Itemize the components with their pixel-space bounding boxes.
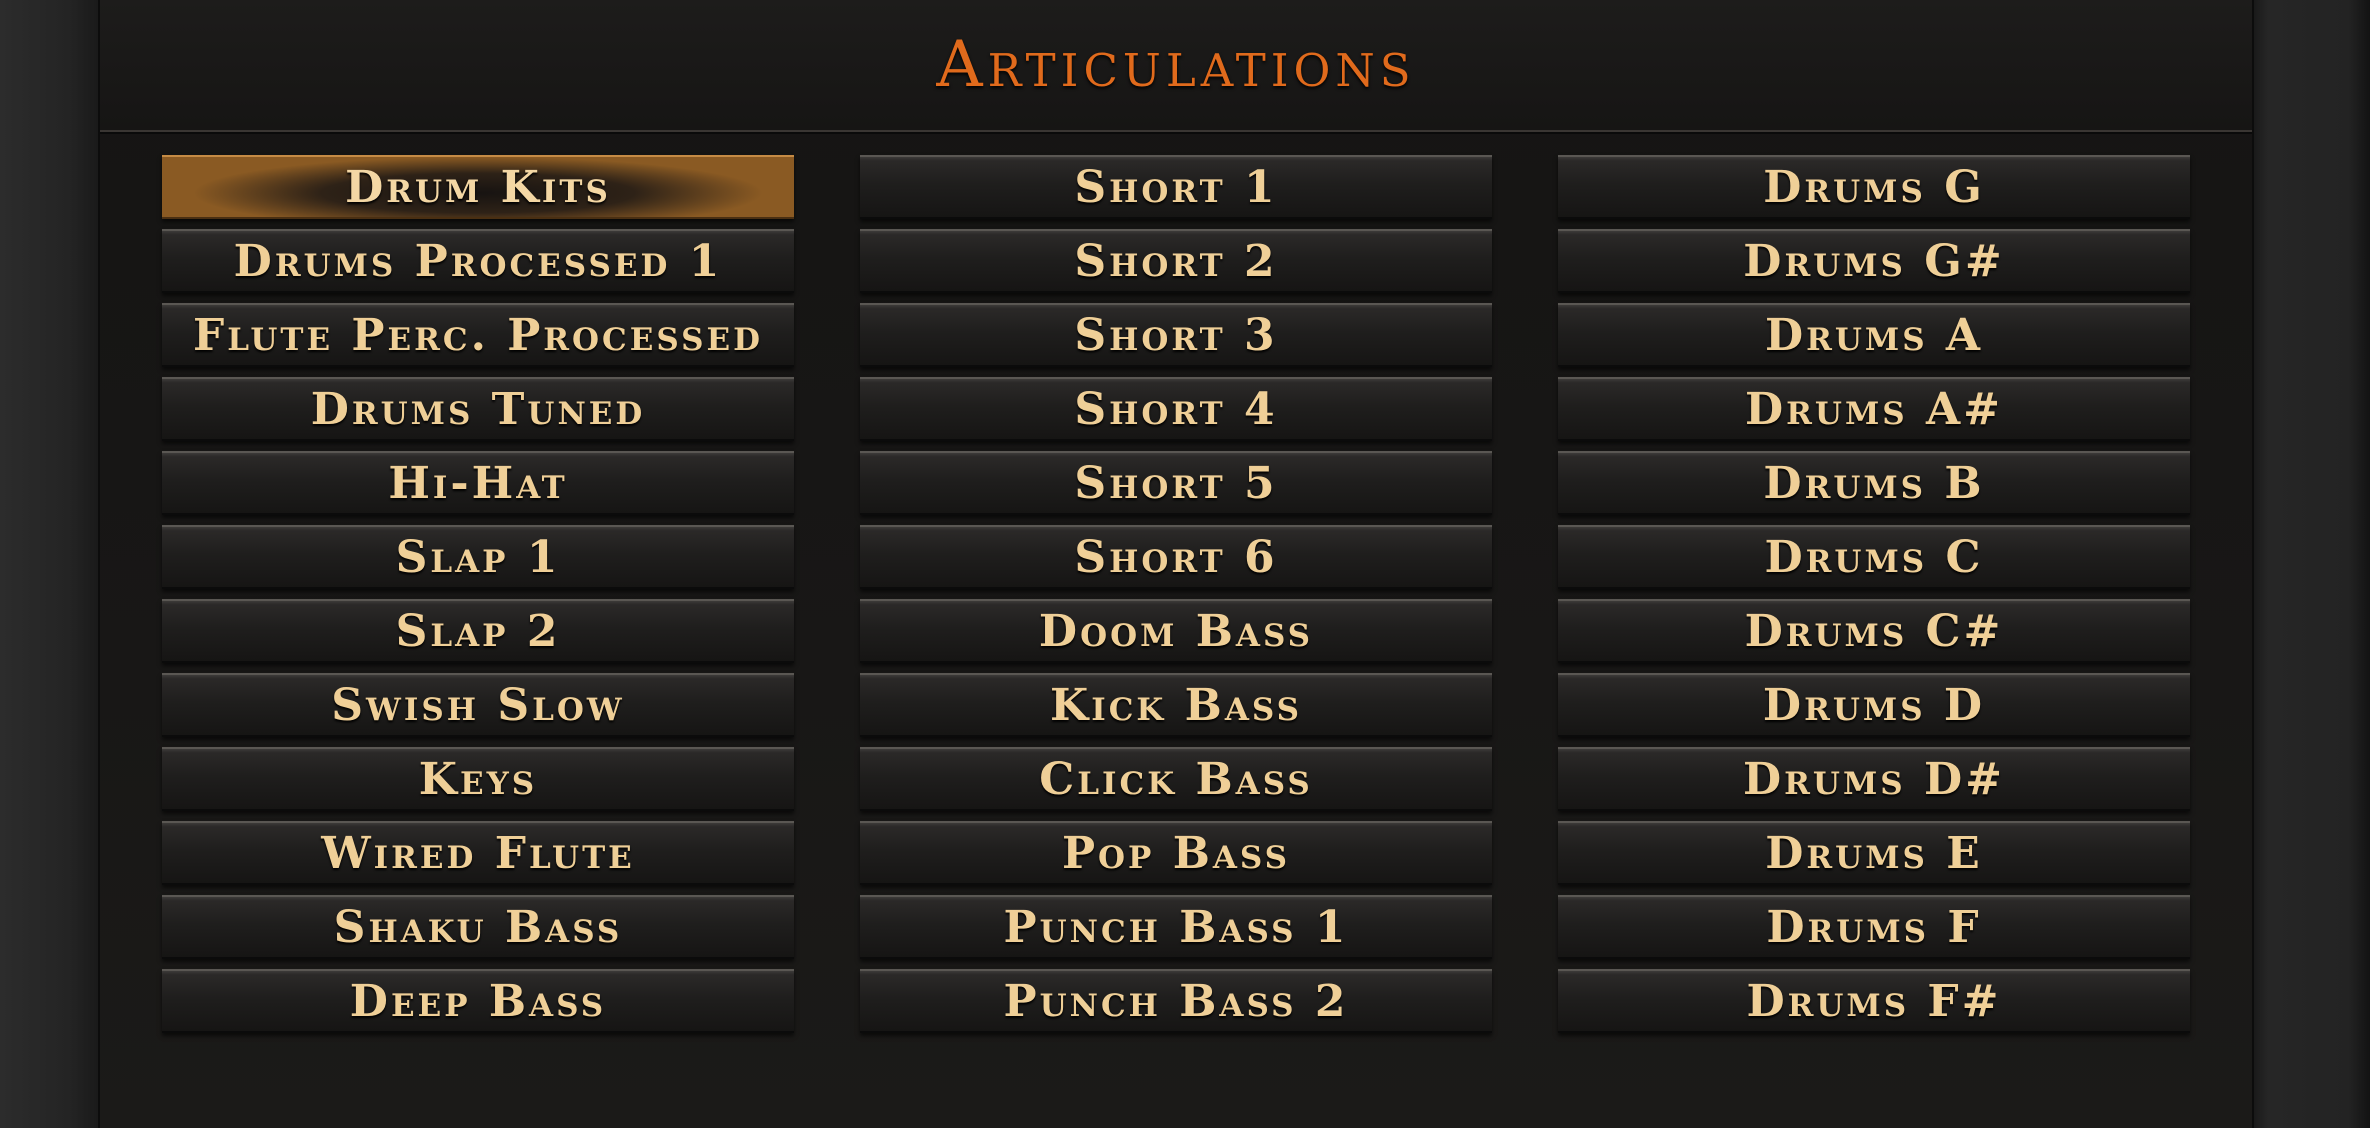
articulation-button-short-3[interactable]: Short 3	[860, 303, 1492, 367]
articulation-button-drums-c[interactable]: Drums C#	[1558, 599, 2190, 663]
articulation-button-doom-bass[interactable]: Doom Bass	[860, 599, 1492, 663]
articulation-button-keys[interactable]: Keys	[162, 747, 794, 811]
articulation-button-drums-tuned[interactable]: Drums Tuned	[162, 377, 794, 441]
articulation-button-drums-g[interactable]: Drums G	[1558, 155, 2190, 219]
articulation-button-swish-slow[interactable]: Swish Slow	[162, 673, 794, 737]
articulation-button-shaku-bass[interactable]: Shaku Bass	[162, 895, 794, 959]
articulation-button-short-1[interactable]: Short 1	[860, 155, 1492, 219]
articulation-button-click-bass[interactable]: Click Bass	[860, 747, 1492, 811]
articulation-column-3: Drums G Drums G# Drums A Drums A# Drums B Dru…	[1558, 155, 2190, 1033]
articulation-button-slap-1[interactable]: Slap 1	[162, 525, 794, 589]
articulation-button-kick-bass[interactable]: Kick Bass	[860, 673, 1492, 737]
articulation-button-drums-a[interactable]: Drums A#	[1558, 377, 2190, 441]
articulation-button-punch-bass-2[interactable]: Punch Bass 2	[860, 969, 1492, 1033]
articulation-button-punch-bass-1[interactable]: Punch Bass 1	[860, 895, 1492, 959]
articulation-button-hi-hat[interactable]: Hi-Hat	[162, 451, 794, 515]
articulation-button-drums-f[interactable]: Drums F#	[1558, 969, 2190, 1033]
left-frame-border	[0, 0, 100, 1128]
articulation-button-flute-perc-processed[interactable]: Flute Perc. Processed	[162, 303, 794, 367]
articulation-column-2: Short 1 Short 2 Short 3 Short 4 Short 5 Short…	[860, 155, 1492, 1033]
articulation-button-pop-bass[interactable]: Pop Bass	[860, 821, 1492, 885]
articulation-button-drums-e[interactable]: Drums E	[1558, 821, 2190, 885]
articulation-button-drums-processed-1[interactable]: Drums Processed 1	[162, 229, 794, 293]
panel-header: Articulations	[100, 0, 2252, 132]
articulation-button-short-5[interactable]: Short 5	[860, 451, 1492, 515]
articulation-button-slap-2[interactable]: Slap 2	[162, 599, 794, 663]
articulation-button-drums-d[interactable]: Drums D	[1558, 673, 2190, 737]
panel-title: Articulations	[936, 28, 1416, 102]
articulation-button-drums-b[interactable]: Drums B	[1558, 451, 2190, 515]
articulations-panel: Articulations Drum Kits Drums Processed 1…	[100, 0, 2252, 1128]
articulation-button-deep-bass[interactable]: Deep Bass	[162, 969, 794, 1033]
app-frame: Articulations Drum Kits Drums Processed 1…	[0, 0, 2370, 1128]
articulation-button-drum-kits[interactable]: Drum Kits	[162, 155, 794, 219]
articulation-button-drums-c[interactable]: Drums C	[1558, 525, 2190, 589]
articulation-column-1: Drum Kits Drums Processed 1 Flute Perc. Pr…	[162, 155, 794, 1033]
right-frame-border	[2252, 0, 2370, 1128]
articulation-button-short-4[interactable]: Short 4	[860, 377, 1492, 441]
articulation-button-drums-g[interactable]: Drums G#	[1558, 229, 2190, 293]
articulation-button-wired-flute[interactable]: Wired Flute	[162, 821, 794, 885]
articulation-button-drums-a[interactable]: Drums A	[1558, 303, 2190, 367]
articulation-button-drums-f[interactable]: Drums F	[1558, 895, 2190, 959]
articulation-button-short-6[interactable]: Short 6	[860, 525, 1492, 589]
articulation-grid: Drum Kits Drums Processed 1 Flute Perc. Pr…	[162, 155, 2190, 1033]
articulation-button-short-2[interactable]: Short 2	[860, 229, 1492, 293]
articulation-button-drums-d[interactable]: Drums D#	[1558, 747, 2190, 811]
